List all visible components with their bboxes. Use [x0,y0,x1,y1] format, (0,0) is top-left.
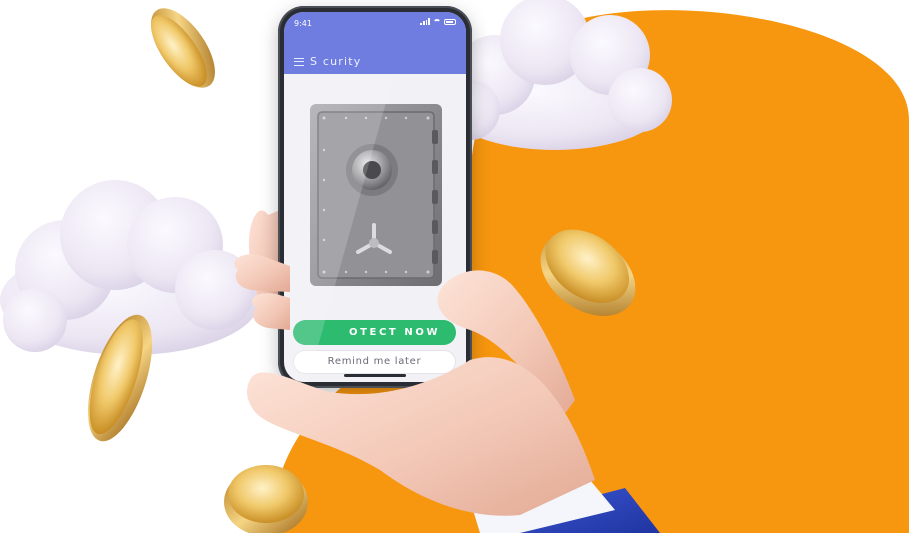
status-time: 9:41 [294,19,312,28]
coin-top-left [151,8,215,88]
safe-dial-icon [346,144,398,196]
wifi-icon [433,18,441,25]
remind-me-later-button[interactable]: Remind me later [293,350,456,374]
illustration-scene: 9:41 S curity OTECT NOW Remind me later [0,0,909,533]
signal-icon [420,18,430,25]
app-title: S curity [310,55,362,68]
protect-now-button[interactable]: OTECT NOW [293,320,456,345]
battery-icon [444,18,456,25]
phone-device: 9:41 S curity OTECT NOW Remind me later [278,6,472,388]
app-header: 9:41 S curity [284,12,466,74]
status-icons [420,18,456,25]
safe-illustration [310,104,442,286]
home-indicator [344,374,406,377]
menu-icon[interactable] [294,58,304,66]
phone-screen: 9:41 S curity OTECT NOW Remind me later [284,12,466,382]
